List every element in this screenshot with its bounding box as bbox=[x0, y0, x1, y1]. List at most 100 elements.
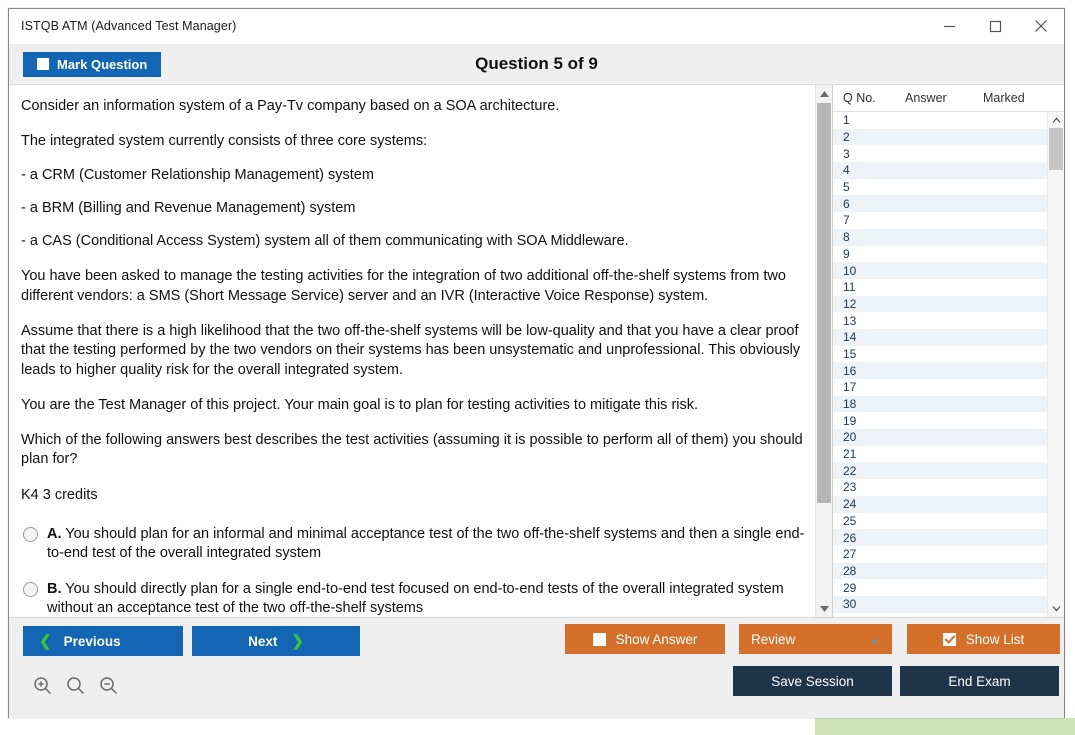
list-item[interactable]: 18 bbox=[833, 395, 1048, 413]
background-strip bbox=[815, 718, 1075, 735]
show-list-label: Show List bbox=[965, 631, 1025, 647]
question-list-scrollbar[interactable] bbox=[1047, 112, 1064, 617]
scroll-down-icon[interactable] bbox=[816, 600, 832, 617]
list-item-qno: 13 bbox=[843, 313, 857, 328]
mark-question-label: Mark Question bbox=[57, 56, 148, 72]
question-paragraph: You have been asked to manage the testin… bbox=[21, 268, 786, 304]
option-b-body: You should directly plan for a single en… bbox=[47, 580, 784, 616]
zoom-out-icon[interactable] bbox=[99, 676, 118, 700]
list-item-qno: 16 bbox=[843, 363, 857, 378]
list-item[interactable]: 27 bbox=[833, 546, 1048, 563]
question-list-body: 1 2 3 4 5 6 7 8 9 10 11 12 13 14 15 16 17 18 19 20 21 22 23 24 2… bbox=[833, 112, 1064, 617]
list-item[interactable]: 10 bbox=[833, 262, 1048, 279]
list-item[interactable]: 13 bbox=[833, 312, 1048, 329]
minimize-icon[interactable] bbox=[926, 9, 972, 43]
zoom-controls bbox=[33, 676, 118, 700]
page-title: Question 5 of 9 bbox=[475, 54, 598, 73]
list-item[interactable]: 14 bbox=[833, 328, 1048, 346]
show-list-checkbox[interactable] bbox=[942, 632, 956, 646]
list-item[interactable]: 28 bbox=[833, 562, 1048, 580]
review-dropdown[interactable]: Review bbox=[739, 624, 892, 654]
list-item[interactable]: 19 bbox=[833, 412, 1048, 429]
option-b-letter: B. bbox=[47, 580, 62, 597]
list-item[interactable]: 21 bbox=[833, 446, 1048, 463]
list-item[interactable]: 26 bbox=[833, 529, 1048, 546]
end-exam-label: End Exam bbox=[948, 673, 1011, 689]
list-item[interactable]: 7 bbox=[833, 212, 1048, 229]
previous-label: Previous bbox=[63, 633, 121, 649]
show-answer-button[interactable]: Show Answer bbox=[565, 624, 725, 654]
mark-question-checkbox[interactable] bbox=[37, 58, 49, 70]
question-paragraph: - a CRM (Customer Relationship Managemen… bbox=[21, 166, 374, 183]
radio-button-b[interactable] bbox=[23, 581, 38, 597]
list-item[interactable]: 5 bbox=[833, 179, 1048, 196]
list-item[interactable]: 6 bbox=[833, 195, 1048, 213]
main-body: Consider an information system of a Pay-… bbox=[9, 85, 1064, 618]
window-title: ISTQB ATM (Advanced Test Manager) bbox=[21, 19, 237, 33]
show-list-button[interactable]: Show List bbox=[907, 624, 1060, 654]
list-item-qno: 22 bbox=[843, 463, 857, 478]
next-button[interactable]: Next ❯ bbox=[192, 626, 360, 656]
question-credits: K4 3 credits bbox=[21, 486, 98, 503]
maximize-icon[interactable] bbox=[972, 9, 1018, 43]
list-item-qno: 28 bbox=[843, 563, 857, 578]
mark-question-button[interactable]: Mark Question bbox=[23, 51, 162, 77]
zoom-reset-icon[interactable] bbox=[66, 676, 85, 700]
answer-option-b[interactable]: B. You should directly plan for a single… bbox=[21, 576, 818, 618]
list-item-qno: 24 bbox=[843, 497, 857, 512]
list-item-qno: 7 bbox=[843, 213, 850, 228]
radio-button-a[interactable] bbox=[23, 526, 38, 542]
list-item[interactable]: 2 bbox=[833, 128, 1048, 146]
list-item[interactable]: 11 bbox=[833, 279, 1048, 296]
previous-button[interactable]: ❮ Previous bbox=[23, 626, 183, 656]
question-list-rows: 1 2 3 4 5 6 7 8 9 10 11 12 13 14 15 16 17 18 19 20 21 22 23 24 2… bbox=[833, 112, 1048, 617]
list-item[interactable]: 30 bbox=[833, 595, 1048, 613]
list-item[interactable]: 29 bbox=[833, 579, 1048, 596]
zoom-in-icon[interactable] bbox=[33, 676, 52, 700]
next-label: Next bbox=[248, 633, 278, 649]
list-item[interactable]: 9 bbox=[833, 246, 1048, 263]
question-header-bar: Mark Question Question 5 of 9 bbox=[9, 44, 1064, 85]
desktop-background: ISTQB ATM (Advanced Test Manager) Mark Q… bbox=[0, 0, 1075, 735]
question-scrollbar[interactable] bbox=[815, 85, 832, 617]
list-scroll-up-icon[interactable] bbox=[1048, 112, 1064, 128]
list-item[interactable]: 4 bbox=[833, 162, 1048, 179]
option-b-text: B. You should directly plan for a single… bbox=[47, 580, 816, 618]
show-answer-checkbox[interactable] bbox=[592, 632, 606, 646]
list-item[interactable]: 24 bbox=[833, 495, 1048, 513]
close-icon[interactable] bbox=[1018, 9, 1064, 43]
list-item-qno: 27 bbox=[843, 547, 857, 562]
list-item[interactable]: 15 bbox=[833, 346, 1048, 363]
list-item-qno: 11 bbox=[843, 280, 856, 295]
list-item[interactable]: 1 bbox=[833, 112, 1048, 129]
list-scroll-down-icon[interactable] bbox=[1048, 601, 1064, 617]
list-item-qno: 6 bbox=[843, 196, 850, 211]
list-scrollbar-thumb[interactable] bbox=[1049, 128, 1063, 170]
list-item[interactable]: 16 bbox=[833, 362, 1048, 379]
list-item[interactable]: 20 bbox=[833, 429, 1048, 446]
list-item-qno: 25 bbox=[843, 513, 857, 528]
answer-option-a[interactable]: A. You should plan for an informal and m… bbox=[21, 521, 818, 568]
list-item[interactable]: 23 bbox=[833, 479, 1048, 496]
question-paragraph: The integrated system currently consists… bbox=[21, 133, 428, 150]
question-scrollbar-thumb[interactable] bbox=[817, 103, 831, 503]
end-exam-button[interactable]: End Exam bbox=[900, 666, 1059, 696]
list-item-qno: 26 bbox=[843, 530, 857, 545]
column-header-qno: Q No. bbox=[843, 91, 876, 105]
list-item-qno: 18 bbox=[843, 397, 857, 412]
scroll-up-icon[interactable] bbox=[816, 85, 832, 102]
list-item[interactable]: 17 bbox=[833, 379, 1048, 396]
save-session-button[interactable]: Save Session bbox=[733, 666, 892, 696]
footer-bar: ❮ Previous Next ❯ Show Answer Review Sho… bbox=[9, 618, 1064, 718]
list-item[interactable]: 8 bbox=[833, 228, 1048, 246]
list-item[interactable]: 25 bbox=[833, 513, 1048, 530]
list-item[interactable]: 12 bbox=[833, 295, 1048, 313]
list-item-qno: 2 bbox=[843, 130, 850, 145]
list-item-qno: 8 bbox=[843, 230, 850, 245]
question-paragraph: You are the Test Manager of this project… bbox=[21, 396, 699, 413]
list-item[interactable]: 22 bbox=[833, 462, 1048, 480]
list-item[interactable]: 3 bbox=[833, 145, 1048, 162]
list-item-qno: 19 bbox=[843, 413, 857, 428]
option-a-body: You should plan for an informal and mini… bbox=[47, 525, 805, 562]
answer-options: A. You should plan for an informal and m… bbox=[21, 521, 818, 617]
